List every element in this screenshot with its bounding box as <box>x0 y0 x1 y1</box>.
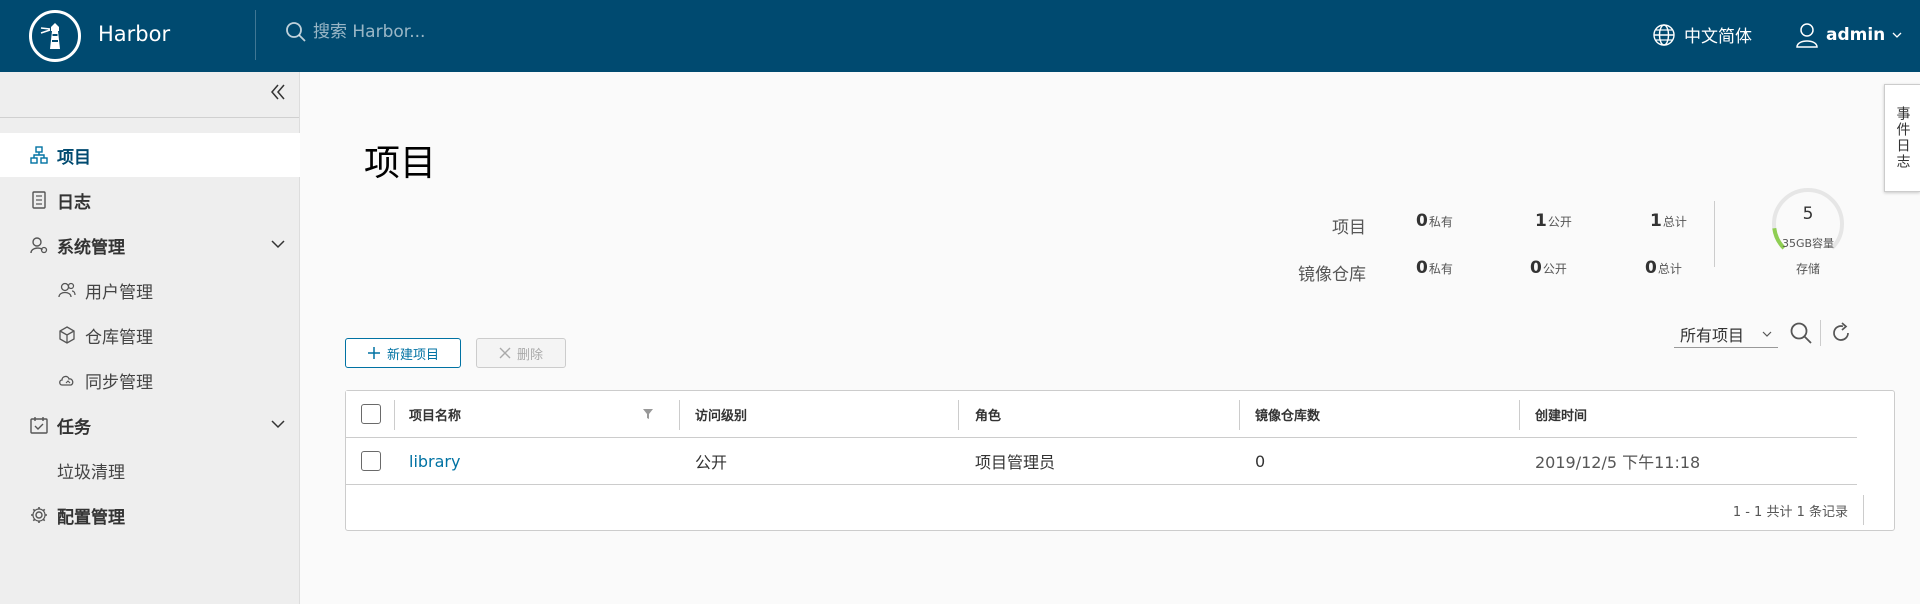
storage-label: 存储 <box>1795 262 1820 276</box>
new-project-label: 新建项目 <box>386 347 439 363</box>
sidebar-item-registries[interactable]: 仓库管理 <box>0 313 300 357</box>
tasks-icon <box>30 416 48 434</box>
select-all-checkbox[interactable] <box>361 404 381 424</box>
creation-time: 2019/12/5 下午11:18 <box>1535 453 1701 472</box>
column-header-repo-count[interactable]: 镜像仓库数 <box>1255 391 1320 437</box>
chevron-down-icon <box>1762 331 1772 337</box>
gear-icon <box>30 506 48 524</box>
brand-name[interactable]: Harbor <box>98 22 170 46</box>
pagination-summary: 1 - 1 共计 1 条记录 <box>1732 505 1848 520</box>
delete-label: 删除 <box>516 347 543 363</box>
replication-icon <box>58 371 76 389</box>
sidebar-item-gc[interactable]: 垃圾清理 <box>0 448 300 492</box>
stat-projects-total: 1总计 <box>1650 211 1687 231</box>
project-name-link[interactable]: library <box>409 438 460 484</box>
column-header-name[interactable]: 项目名称 <box>409 391 461 437</box>
logs-icon <box>30 191 48 209</box>
projects-icon <box>30 146 48 164</box>
stat-repos-public: 0公开 <box>1530 258 1567 278</box>
sidebar-item-label: 系统管理 <box>57 237 125 258</box>
chevron-down-icon[interactable] <box>270 236 286 252</box>
top-header: Harbor 中文简体 admin <box>0 0 1920 72</box>
search-icon[interactable] <box>1789 321 1813 345</box>
sidebar-item-label: 任务 <box>57 417 91 438</box>
stat-projects-private: 0私有 <box>1416 211 1453 231</box>
delete-button[interactable]: 删除 <box>476 338 566 368</box>
admin-icon <box>30 236 48 254</box>
table-footer: 1 - 1 共计 1 条记录 <box>346 486 1894 531</box>
storage-gauge <box>1772 188 1844 260</box>
stat-projects-public: 1公开 <box>1535 211 1572 231</box>
sidebar-collapse-bar <box>0 72 299 118</box>
header-divider <box>255 10 256 60</box>
language-selector[interactable]: 中文简体 <box>1652 22 1752 47</box>
refresh-icon[interactable] <box>1829 321 1853 345</box>
chevron-down-icon[interactable] <box>270 416 286 432</box>
harbor-logo-icon[interactable] <box>29 10 81 62</box>
globe-icon <box>1653 23 1675 46</box>
column-separator <box>1239 400 1240 430</box>
sidebar-item-logs[interactable]: 日志 <box>0 178 300 222</box>
event-log-tab[interactable]: 事件日志 <box>1884 84 1920 192</box>
user-menu[interactable]: admin <box>1795 22 1902 48</box>
registry-icon <box>58 326 76 344</box>
repo-count: 0 <box>1255 451 1266 471</box>
global-search[interactable] <box>285 21 533 43</box>
table-header: 项目名称 访问级别 角色 镜像仓库数 创建时间 <box>346 391 1857 438</box>
role: 项目管理员 <box>975 453 1056 472</box>
column-separator <box>394 400 395 430</box>
collapse-sidebar-icon[interactable] <box>269 83 287 101</box>
filter-icon[interactable] <box>642 408 654 420</box>
close-icon <box>499 347 511 359</box>
page-title: 项目 <box>364 143 437 184</box>
storage-value: 5 <box>1802 204 1814 224</box>
sidebar-item-label: 同步管理 <box>85 372 153 393</box>
stats-divider <box>1714 201 1715 267</box>
footer-separator <box>1863 495 1864 525</box>
sidebar-item-label: 用户管理 <box>85 282 153 303</box>
sidebar-item-admin[interactable]: 系统管理 <box>0 223 300 267</box>
column-separator <box>1519 400 1520 430</box>
stat-repos-total: 0总计 <box>1645 258 1682 278</box>
sidebar-item-config[interactable]: 配置管理 <box>0 493 300 537</box>
sidebar-item-label: 项目 <box>57 147 91 168</box>
chevron-down-icon <box>1892 32 1902 38</box>
username: admin <box>1826 25 1886 45</box>
toolbar-divider <box>1820 320 1821 346</box>
stat-repos-label: 镜像仓库 <box>1298 265 1366 285</box>
projects-table: 项目名称 访问级别 角色 镜像仓库数 创建时间 library 公开 项目管理员… <box>345 390 1895 531</box>
table-row[interactable]: library 公开 项目管理员 0 2019/12/5 下午11:18 <box>346 438 1857 485</box>
column-separator <box>679 400 680 430</box>
project-filter-value: 所有项目 <box>1680 325 1745 345</box>
sidebar-item-projects[interactable]: 项目 <box>0 133 300 177</box>
plus-icon <box>367 347 380 359</box>
new-project-button[interactable]: 新建项目 <box>345 338 461 368</box>
sidebar-item-users[interactable]: 用户管理 <box>0 268 300 312</box>
search-icon <box>286 22 306 42</box>
column-header-created[interactable]: 创建时间 <box>1535 391 1587 437</box>
column-separator <box>958 400 959 430</box>
users-icon <box>58 281 76 299</box>
search-input[interactable] <box>313 22 533 42</box>
access-level: 公开 <box>695 453 728 472</box>
stat-repos-private: 0私有 <box>1416 258 1453 278</box>
project-filter-select[interactable]: 所有项目 <box>1674 320 1778 348</box>
storage-capacity: 35GB容量 <box>1781 237 1835 250</box>
language-label: 中文简体 <box>1684 27 1752 47</box>
stat-projects-label: 项目 <box>1332 218 1366 238</box>
column-header-role[interactable]: 角色 <box>975 391 1001 437</box>
column-header-access[interactable]: 访问级别 <box>695 391 747 437</box>
user-icon <box>1796 23 1818 48</box>
sidebar-item-label: 仓库管理 <box>85 327 153 348</box>
row-checkbox[interactable] <box>361 451 381 471</box>
sidebar-item-label: 日志 <box>57 192 91 213</box>
sidebar-item-label: 垃圾清理 <box>57 462 125 483</box>
sidebar-item-replication[interactable]: 同步管理 <box>0 358 300 402</box>
sidebar-item-label: 配置管理 <box>57 507 125 528</box>
sidebar-item-tasks[interactable]: 任务 <box>0 403 300 447</box>
event-log-label: 事件日志 <box>1894 106 1911 170</box>
